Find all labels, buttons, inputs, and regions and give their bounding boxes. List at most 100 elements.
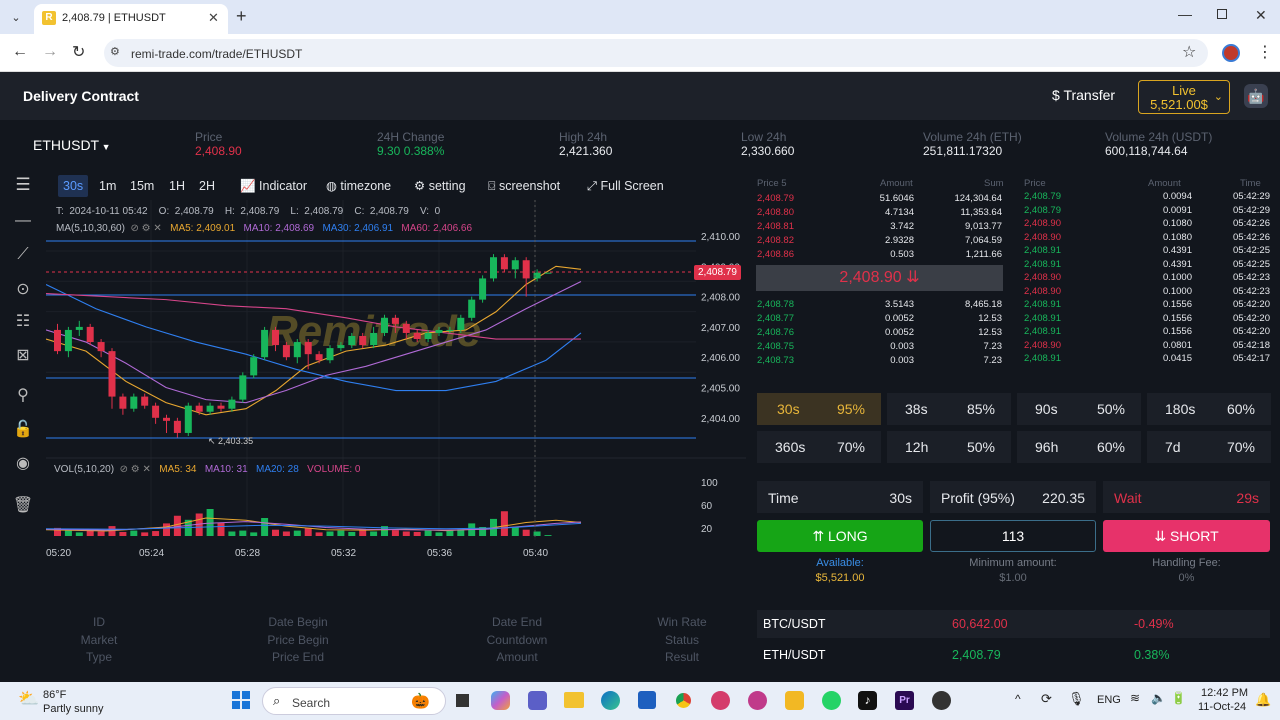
notification-icon[interactable]: 🔔 <box>1255 692 1271 708</box>
taskbar-search[interactable]: ⌕ Search 🎃 <box>262 687 446 715</box>
interval-30s[interactable]: 30s <box>58 175 89 197</box>
tiktok-icon[interactable]: ♪ <box>858 691 877 710</box>
ask-price[interactable]: 2,408.82 <box>757 234 794 248</box>
microphone-icon[interactable]: 🎙 <box>1068 691 1085 707</box>
screenshot-button[interactable]: ⌼ screenshot <box>488 175 560 197</box>
hide-icon[interactable]: ⊘ ⚙ ✕ <box>128 223 168 234</box>
ma30-value: MA30: 2,406.91 <box>322 223 394 234</box>
forward-icon[interactable]: → <box>42 43 58 61</box>
duration-option[interactable]: 7d 70% <box>1147 431 1271 463</box>
eye-icon[interactable]: ◉ <box>12 452 34 474</box>
robot-assistant-icon[interactable]: 🤖 <box>1244 84 1268 108</box>
task-view-icon[interactable] <box>456 694 469 707</box>
interval-1h[interactable]: 1H <box>169 175 185 197</box>
duration-option[interactable]: 38s 85% <box>887 393 1011 425</box>
sync-icon[interactable]: ⟳ <box>1041 691 1052 707</box>
fibonacci-icon[interactable]: ☷ <box>12 310 34 332</box>
ask-price[interactable]: 2,408.80 <box>757 206 794 220</box>
trash-icon[interactable]: 🗑 <box>12 494 34 516</box>
volume-legend: VOL(5,10,20) ⊘ ⚙ ✕ MA5: 34 MA10: 31 MA20… <box>54 464 361 475</box>
short-button[interactable]: ⇊ SHORT <box>1103 520 1270 552</box>
chrome-icon[interactable] <box>674 691 693 710</box>
app-icon-1[interactable] <box>711 691 730 710</box>
site-info-icon[interactable]: ⚙ <box>110 45 120 58</box>
language-indicator[interactable]: ENG <box>1097 694 1121 706</box>
transfer-button[interactable]: $ Transfer <box>1052 87 1115 103</box>
duration-option[interactable]: 96h 60% <box>1017 431 1141 463</box>
back-icon[interactable]: ← <box>12 43 28 61</box>
edge-icon[interactable] <box>601 691 620 710</box>
low-label: Low 24h <box>741 130 787 144</box>
fullscreen-button[interactable]: ⤢ Full Screen <box>587 175 664 197</box>
pattern-icon[interactable]: ⊠ <box>12 344 34 366</box>
magnet-icon[interactable]: ⚲ <box>12 384 34 406</box>
ask-price[interactable]: 2,408.79 <box>757 192 794 206</box>
amount-input[interactable]: 113 <box>930 520 1096 552</box>
weather-widget[interactable]: ⛅ 86°F Partly sunny <box>18 687 128 715</box>
restore-icon[interactable] <box>1217 9 1227 19</box>
close-tab-icon[interactable]: ✕ <box>208 10 219 26</box>
trade-time: 05:42:26 <box>1233 231 1270 243</box>
volume-icon[interactable]: 🔈 <box>1151 691 1166 705</box>
setting-button[interactable]: ⚙ setting <box>414 175 466 197</box>
pair-selector[interactable]: ETHUSDT ▼ <box>33 137 111 153</box>
teams-icon[interactable] <box>528 691 547 710</box>
interval-1m[interactable]: 1m <box>99 175 116 197</box>
tab-list-button[interactable]: ⌄ <box>6 8 26 28</box>
vol-hide-icon[interactable]: ⊘ ⚙ ✕ <box>117 464 157 475</box>
trend-line-icon[interactable]: ⟋ <box>12 244 34 266</box>
duration-option[interactable]: 360s 70% <box>757 431 881 463</box>
bid-price[interactable]: 2,408.73 <box>757 354 794 368</box>
duration-option[interactable]: 90s 50% <box>1017 393 1141 425</box>
lock-icon[interactable]: 🔓 <box>12 418 34 440</box>
app-icon-3[interactable] <box>785 691 804 710</box>
battery-icon[interactable]: 🔋 <box>1171 691 1186 705</box>
candle-body <box>250 357 258 376</box>
browser-menu-icon[interactable]: ⋮ <box>1257 42 1273 62</box>
copilot-icon[interactable] <box>491 691 510 710</box>
trade-amount: 0.1000 <box>1162 272 1192 283</box>
interval-15m[interactable]: 15m <box>130 175 154 197</box>
long-button[interactable]: ⇈ LONG <box>757 520 923 552</box>
account-switch-button[interactable]: Live 5,521.00$ ⌄ <box>1138 80 1230 114</box>
bid-price[interactable]: 2,408.78 <box>757 298 794 312</box>
minimize-icon[interactable]: — <box>1178 6 1192 22</box>
trade-time: 05:42:25 <box>1233 245 1270 256</box>
clock-time[interactable]: 12:42 PM <box>1201 687 1248 699</box>
file-explorer-icon[interactable] <box>564 692 584 708</box>
pair-row-eth[interactable]: ETH/USDT 2,408.79 0.38% <box>757 642 1270 670</box>
tray-chevron-icon[interactable]: ^ <box>1015 692 1021 706</box>
whatsapp-icon[interactable] <box>822 691 841 710</box>
interval-2h[interactable]: 2H <box>199 175 215 197</box>
horizontal-line-icon[interactable]: — <box>12 210 34 232</box>
circle-target-icon[interactable]: ⊙ <box>12 278 34 300</box>
app-icon-4[interactable] <box>932 691 951 710</box>
indicator-button[interactable]: 📈 Indicator <box>240 175 307 197</box>
start-button-icon[interactable] <box>232 691 250 709</box>
close-window-icon[interactable]: ✕ <box>1255 7 1267 24</box>
bid-price[interactable]: 2,408.76 <box>757 326 794 340</box>
url-field[interactable]: ⚙ remi-trade.com/trade/ETHUSDT ☆ <box>104 39 1208 67</box>
reload-icon[interactable]: ↻ <box>72 42 85 62</box>
timezone-button[interactable]: ◍ timezone <box>326 175 391 197</box>
ask-price[interactable]: 2,408.86 <box>757 248 794 262</box>
ma60-value: MA60: 2,406.66 <box>401 223 473 234</box>
new-tab-icon[interactable]: + <box>236 6 247 27</box>
ask-price[interactable]: 2,408.81 <box>757 220 794 234</box>
premiere-icon[interactable]: Pr <box>895 691 914 710</box>
clock-date[interactable]: 11-Oct-24 <box>1198 701 1246 713</box>
store-icon[interactable] <box>638 691 656 709</box>
duration-option[interactable]: 12h 50% <box>887 431 1011 463</box>
wifi-icon[interactable]: ≋ <box>1130 691 1140 705</box>
browser-tab[interactable]: R 2,408.79 | ETHUSDT ✕ <box>34 4 228 34</box>
bookmark-star-icon[interactable]: ☆ <box>1182 42 1196 62</box>
bid-price[interactable]: 2,408.77 <box>757 312 794 326</box>
app-icon-2[interactable] <box>748 691 767 710</box>
duration-option[interactable]: 30s 95% <box>757 393 881 425</box>
bid-price[interactable]: 2,408.75 <box>757 340 794 354</box>
pair-row-btc[interactable]: BTC/USDT 60,642.00 -0.49% <box>757 610 1270 638</box>
duration-option[interactable]: 180s 60% <box>1147 393 1271 425</box>
profile-avatar[interactable] <box>1222 44 1240 62</box>
candlestick-chart[interactable]: Remitrade 2,410.002,409.002,408.002,407.… <box>46 200 746 570</box>
menu-icon[interactable]: ☰ <box>12 174 34 196</box>
